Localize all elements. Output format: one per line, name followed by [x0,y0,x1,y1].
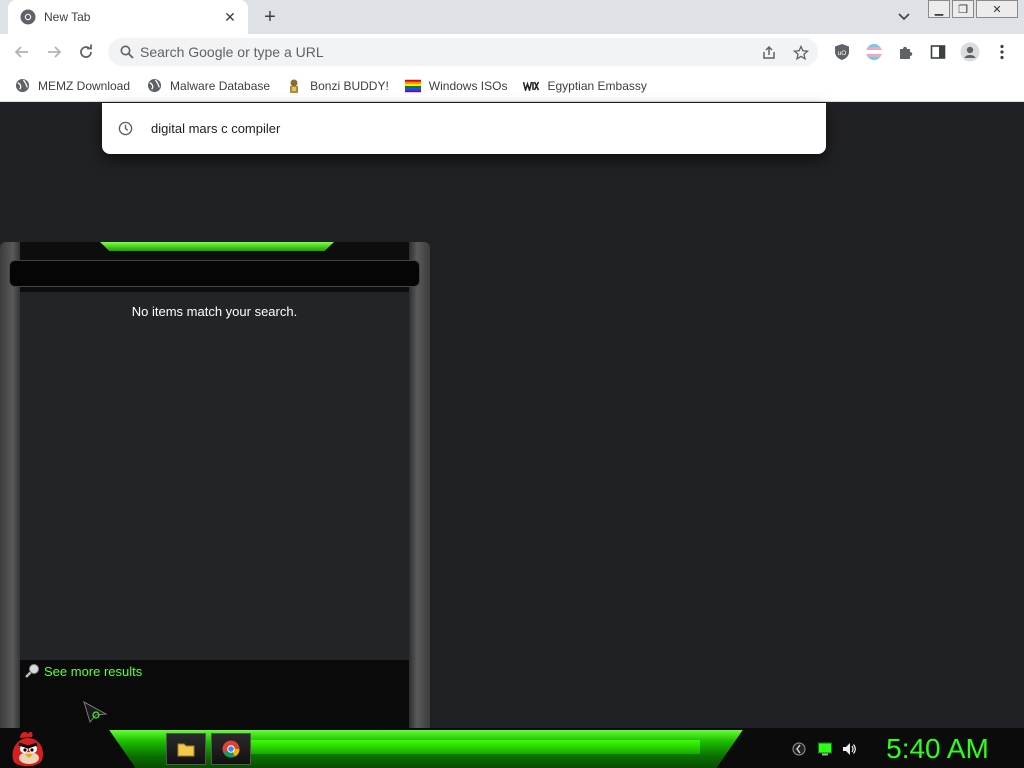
tray-volume-icon[interactable] [840,740,858,758]
tray-monitor-icon[interactable] [816,740,834,758]
tray-network-icon[interactable] [790,740,808,758]
bookmarks-bar: MEMZ Download Malware Database Bonzi BUD… [0,70,1024,102]
tab-title: New Tab [44,10,91,24]
bookmark-malware-database[interactable]: Malware Database [146,78,270,94]
bookmark-label: Egyptian Embassy [547,78,647,93]
browser-toolbar: uO [0,34,1024,70]
reload-icon [80,44,92,58]
mouse-cursor-icon [83,700,108,724]
back-button[interactable] [12,42,32,62]
share-icon[interactable] [760,44,778,62]
magnifier-icon [25,664,39,678]
arrow-left-icon [14,46,28,58]
ublock-icon[interactable]: uO [832,42,852,62]
wix-icon [523,78,540,94]
bookmark-memz-download[interactable]: MEMZ Download [14,78,130,94]
arrow-right-icon [48,46,62,58]
omnibox[interactable] [108,38,818,66]
bonzi-icon [286,78,302,94]
forward-button[interactable] [44,42,64,62]
close-window-button[interactable]: ✕ [976,0,1018,18]
start-menu-search-box[interactable] [9,260,420,287]
side-panel-icon[interactable] [928,42,948,62]
chrome-icon [222,740,240,758]
see-more-label: See more results [44,663,143,679]
chevron-down-icon[interactable] [894,8,914,26]
svg-text:uO: uO [838,50,847,57]
chrome-icon [20,9,36,25]
profile-avatar-icon[interactable] [960,42,980,62]
suggestion-text: digital mars c compiler [151,121,281,136]
bookmark-label: MEMZ Download [38,78,131,93]
taskbar-chrome-button[interactable] [211,733,251,765]
restore-button[interactable]: ❐ [952,0,974,18]
globe-icon [14,78,30,94]
folder-icon [177,743,195,757]
no-results-message: No items match your search. [131,304,298,319]
new-tab-button[interactable]: + [258,6,282,28]
tab-strip: New Tab ✕ + ▁ ❐ ✕ [0,0,1024,34]
angry-bird-start-icon[interactable] [8,728,48,768]
bookmark-egyptian-embassy[interactable]: Egyptian Embassy [523,78,647,94]
bookmark-label: Malware Database [170,78,271,93]
tab-new-tab[interactable]: New Tab ✕ [8,0,248,34]
start-menu-glow [100,242,334,251]
trans-flag-extension-icon[interactable] [864,42,884,62]
bookmark-bonzi-buddy[interactable]: Bonzi BUDDY! [286,78,389,94]
kebab-menu-icon[interactable] [992,42,1012,62]
search-icon [120,45,134,59]
taskbar-explorer-button[interactable] [166,733,206,765]
globe-icon [146,78,162,94]
minimize-button[interactable]: ▁ [928,0,950,18]
puzzle-extensions-icon[interactable] [896,42,916,62]
bookmark-label: Windows ISOs [428,78,508,93]
bookmark-windows-isos[interactable]: Windows ISOs [404,78,508,94]
history-clock-icon [118,121,133,136]
rainbow-flag-icon [404,78,421,94]
close-icon[interactable]: ✕ [220,7,240,27]
omnibox-input[interactable] [140,44,720,60]
bookmark-label: Bonzi BUDDY! [310,78,389,93]
omnibox-suggestion[interactable]: digital mars c compiler [102,103,826,154]
reload-button[interactable] [76,42,96,62]
taskbar-clock[interactable]: 5:40 AM [880,731,995,767]
taskbar-green-highlight [250,740,700,754]
star-icon[interactable] [792,44,810,62]
see-more-results-link[interactable]: See more results [24,663,142,679]
